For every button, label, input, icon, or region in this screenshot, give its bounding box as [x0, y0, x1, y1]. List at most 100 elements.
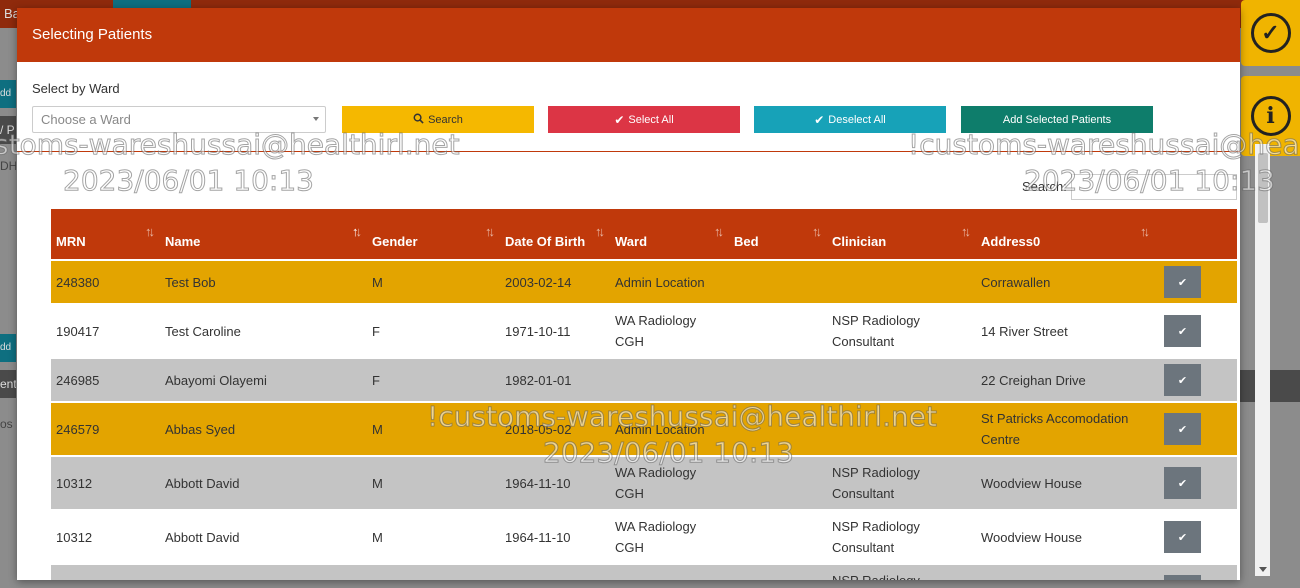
select-patient-button[interactable]: ✔	[1164, 467, 1201, 499]
cell-action: ✔	[1155, 564, 1237, 580]
cell-address: 14 River Street	[976, 304, 1155, 358]
check-circle-icon: ✓	[1250, 13, 1291, 53]
check-icon: ✔	[814, 112, 825, 127]
side-tab-check[interactable]: ✓	[1241, 0, 1300, 66]
select-patient-button[interactable]: ✔	[1164, 315, 1201, 347]
check-icon: ✔	[1177, 423, 1188, 436]
cell-name: Test Caroline	[160, 304, 367, 358]
select-patient-button[interactable]: ✔	[1164, 575, 1201, 580]
check-icon: ✔	[1177, 276, 1188, 289]
modal-title: Selecting Patients	[32, 26, 153, 43]
caret-down-icon	[313, 117, 319, 121]
column-header-name[interactable]: Name ↑↓	[160, 209, 367, 260]
cell-name: Abbott David	[160, 510, 367, 564]
background-right-strip	[1240, 370, 1300, 402]
cell-action: ✔	[1155, 304, 1237, 358]
cell-bed	[729, 260, 827, 304]
select-all-button[interactable]: ✔ Select All	[548, 106, 740, 133]
column-header-ward[interactable]: Ward ↑↓	[610, 209, 729, 260]
cell-action: ✔	[1155, 358, 1237, 402]
background-add-button: dd	[0, 80, 16, 108]
cell-name: Abbott David	[160, 456, 367, 510]
info-circle-icon: i	[1250, 96, 1291, 136]
check-icon: ✔	[1177, 531, 1188, 544]
deselect-all-button[interactable]: ✔ Deselect All	[754, 106, 946, 133]
cell-dob: 1964-11-10	[500, 456, 610, 510]
cell-gender: F	[367, 304, 500, 358]
cell-mrn: 10312	[51, 510, 160, 564]
cell-mrn: 248380	[51, 260, 160, 304]
check-icon: ✔	[1177, 374, 1188, 387]
sort-icon: ↑↓	[812, 224, 822, 239]
column-header-clinician[interactable]: Clinician ↑↓	[827, 209, 976, 260]
ward-select[interactable]: Choose a Ward	[32, 106, 326, 133]
cell-dob: 1937-03-17	[500, 564, 610, 580]
select-patient-button[interactable]: ✔	[1164, 266, 1201, 298]
table-row[interactable]: 38064Abbott MarshallM1937-03-17WA Radiol…	[51, 564, 1237, 580]
column-header-action	[1155, 209, 1237, 260]
cell-mrn: 246579	[51, 402, 160, 456]
cell-name: Abbas Syed	[160, 402, 367, 456]
ward-select-placeholder: Choose a Ward	[41, 112, 131, 127]
cell-dob: 2018-05-02	[500, 402, 610, 456]
cell-name: Abayomi Olayemi	[160, 358, 367, 402]
modal-scrollbar[interactable]	[1255, 144, 1270, 576]
select-patient-button[interactable]: ✔	[1164, 521, 1201, 553]
cell-gender: M	[367, 456, 500, 510]
cell-clinician	[827, 358, 976, 402]
sort-icon: ↑↓	[961, 224, 971, 239]
cell-action: ✔	[1155, 402, 1237, 456]
cell-mrn: 10312	[51, 456, 160, 510]
cell-address: Corrawallen	[976, 260, 1155, 304]
selecting-patients-modal: Selecting Patients Select by Ward Choose…	[17, 8, 1240, 580]
table-row[interactable]: 10312 Abbott David M 1964-11-10 WA Radiology…	[51, 456, 1237, 510]
cell-bed	[729, 358, 827, 402]
select-all-label: Select All	[628, 113, 674, 126]
column-header-dob[interactable]: Date Of Birth ↑↓	[500, 209, 610, 260]
check-icon: ✔	[1177, 325, 1188, 338]
background-dark-bar-2: ent	[0, 370, 16, 398]
scroll-down-arrow-icon[interactable]	[1259, 567, 1267, 572]
column-header-mrn[interactable]: MRN ↑↓	[51, 209, 160, 260]
cell-ward: WA Radiology CGH	[610, 456, 729, 510]
column-header-gender[interactable]: Gender ↑↓	[367, 209, 500, 260]
cell-address: Woodview House	[976, 456, 1155, 510]
cell-ward: WA Radiology CGH	[610, 304, 729, 358]
cell-ward: Admin Location	[610, 402, 729, 456]
table-search-input[interactable]	[1071, 174, 1237, 200]
cell-dob: 1971-10-11	[500, 304, 610, 358]
cell-gender: F	[367, 358, 500, 402]
table-row[interactable]: 10312 Abbott David M 1964-11-10 WA Radiology…	[51, 510, 1237, 564]
search-button-label: Search	[428, 113, 463, 126]
patients-table: MRN ↑↓ Name ↑↓ Gender ↑↓ Date Of Birth ↑↓ Wa…	[51, 209, 1237, 580]
cell-ward: WA Radiology MH	[610, 564, 729, 580]
cell-gender: M	[367, 510, 500, 564]
select-patient-button[interactable]: ✔	[1164, 413, 1201, 445]
cell-mrn: 190417	[51, 304, 160, 358]
table-row[interactable]: 248380 Test Bob M 2003-02-14 Admin Location C…	[51, 260, 1237, 304]
side-tab-info[interactable]: i	[1241, 76, 1300, 156]
cell-ward: WA Radiology CGH	[610, 510, 729, 564]
select-patient-button[interactable]: ✔	[1164, 364, 1201, 396]
search-button[interactable]: Search	[342, 106, 534, 133]
add-selected-label: Add Selected Patients	[1002, 113, 1112, 126]
table-row[interactable]: 246985 Abayomi Olayemi F 1982-01-01 22 Creig…	[51, 358, 1237, 402]
sort-icon: ↑↓	[145, 224, 155, 239]
cell-gender: M	[367, 260, 500, 304]
scrollbar-thumb[interactable]	[1258, 153, 1268, 223]
add-selected-patients-button[interactable]: Add Selected Patients	[961, 106, 1153, 133]
cell-clinician	[827, 402, 976, 456]
column-header-address[interactable]: Address0 ↑↓	[976, 209, 1155, 260]
table-row[interactable]: 246579 Abbas Syed M 2018-05-02 Admin Locatio…	[51, 402, 1237, 456]
background-text: DH	[0, 159, 16, 173]
table-body: 248380 Test Bob M 2003-02-14 Admin Location C…	[51, 260, 1237, 580]
cell-address: Pine Lodge	[976, 564, 1155, 580]
select-by-ward-label: Select by Ward	[32, 81, 120, 96]
table-row[interactable]: 190417 Test Caroline F 1971-10-11 WA Radiolo…	[51, 304, 1237, 358]
cell-name: Abbott Marshall	[160, 564, 367, 580]
cell-dob: 1964-11-10	[500, 510, 610, 564]
background-dark-bar: / P	[0, 116, 16, 144]
cell-bed	[729, 402, 827, 456]
column-header-bed[interactable]: Bed ↑↓	[729, 209, 827, 260]
sort-icon: ↑↓	[714, 224, 724, 239]
